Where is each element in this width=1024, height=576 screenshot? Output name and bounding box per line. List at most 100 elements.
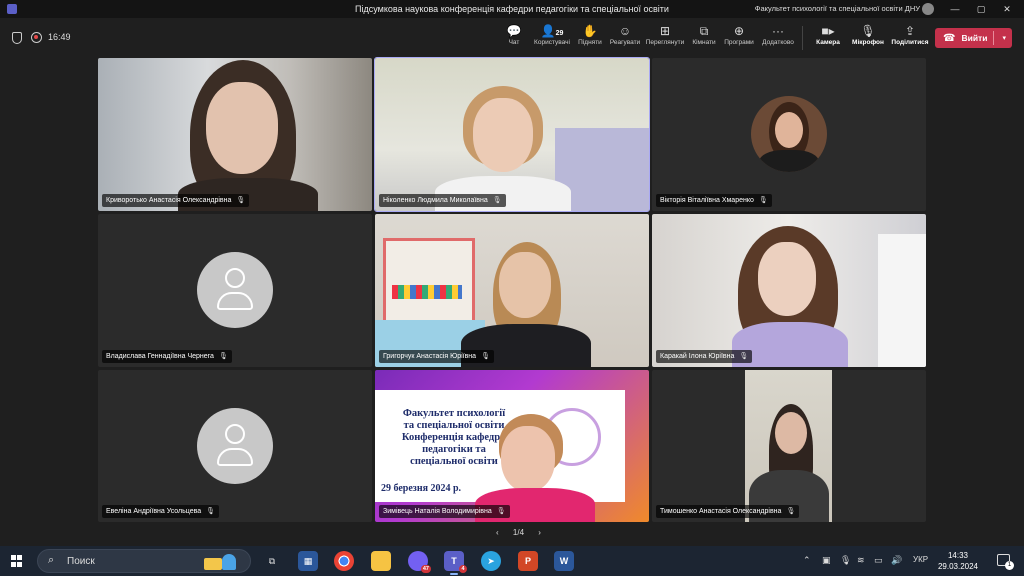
windows-start-icon[interactable]: [11, 555, 23, 567]
participant-name-label: Вікторія Віталіївна Хмаренко 🎙: [656, 194, 772, 207]
participant-tile[interactable]: Тимошенко Анастасія Олександрівна 🎙: [652, 370, 926, 522]
file-explorer-icon[interactable]: [371, 551, 391, 571]
close-button[interactable]: ✕: [1000, 2, 1014, 16]
camera-button[interactable]: ■▸ Камера: [810, 23, 846, 53]
apps-button[interactable]: ⊕ Програми: [722, 23, 756, 53]
participant-name-label: Тимошенко Анастасія Олександрівна 🎙: [656, 505, 800, 518]
meeting-toolbar: 16:49 💬 Чат 👤29 Користувачі ✋ Підняти ☺ …: [0, 18, 1024, 58]
people-icon: 👤29: [540, 24, 564, 38]
rooms-button[interactable]: ⧉ Кімнати: [690, 23, 718, 53]
participant-tile[interactable]: Григорчук Анастасія Юріївна 🎙: [375, 214, 649, 367]
participant-name-label: Ніколенко Людмила Миколаївна 🎙: [379, 194, 506, 207]
participant-name-label: Каракай Ілона Юріївна 🎙: [656, 350, 753, 363]
share-icon: ⇪: [904, 24, 916, 38]
participant-tile[interactable]: Евеліна Андріївна Усольцева 🎙: [98, 370, 372, 522]
viber-icon[interactable]: 47: [408, 551, 431, 573]
raise-hand-button[interactable]: ✋ Підняти: [576, 23, 604, 53]
participant-tile[interactable]: Криворотько Анастасія Олександрівна 🎙: [98, 58, 372, 211]
leave-button[interactable]: ☎ Вийти ▾: [935, 28, 1012, 48]
title-bar: Підсумкова наукова конференція кафедри п…: [0, 0, 1024, 18]
taskbar: ⌕ Поиск ⧉ ▦ 47 T4 ➤ P W ⌃ ▣ 🎙 ≋ ▭ 🔊 УКР …: [0, 546, 1024, 576]
microphone-tray-icon[interactable]: 🎙: [840, 555, 851, 566]
grid-icon: ⊞: [659, 24, 671, 38]
word-icon[interactable]: W: [554, 551, 574, 571]
mic-icon: 🎙: [758, 197, 768, 204]
powerpoint-icon[interactable]: P: [518, 551, 538, 571]
minimize-button[interactable]: —: [948, 2, 962, 16]
mic-icon: 🎙: [481, 353, 490, 360]
page-indicator: ‹ 1/4 ›: [490, 528, 547, 537]
chevron-down-icon[interactable]: ▾: [1002, 34, 1006, 42]
shield-icon[interactable]: [12, 32, 22, 44]
participant-tile[interactable]: Ніколенко Людмила Миколаївна 🎙: [374, 57, 650, 212]
phone-icon: ☎: [943, 32, 956, 44]
meet-now-icon[interactable]: ▣: [822, 555, 831, 566]
smile-icon: ☺: [618, 24, 632, 38]
chat-icon: 💬: [506, 24, 522, 38]
chat-button[interactable]: 💬 Чат: [502, 23, 526, 53]
mic-icon: 🎙: [218, 353, 228, 360]
mic-icon: 🎙: [739, 353, 749, 360]
mic-icon: 🎙: [206, 508, 216, 515]
people-count: 29: [555, 30, 564, 37]
people-button[interactable]: 👤29 Користувачі: [530, 23, 574, 53]
more-icon: ···: [772, 24, 784, 38]
account-avatar[interactable]: [922, 3, 934, 15]
participant-tile[interactable]: Каракай Ілона Юріївна 🎙: [652, 214, 926, 367]
mic-icon: 🎙: [786, 508, 796, 515]
participant-tile[interactable]: Владислава Геннадіївна Чернега 🎙: [98, 214, 372, 367]
chrome-icon[interactable]: [334, 551, 354, 571]
microphone-button[interactable]: 🎙 Мікрофон: [848, 23, 888, 53]
participant-name-label: Зимівець Наталія Володимирівна 🎙: [379, 505, 510, 518]
more-button[interactable]: ··· Додатково: [760, 23, 796, 53]
calculator-icon[interactable]: ▦: [298, 551, 318, 571]
mic-icon: 🎙: [492, 197, 502, 204]
telegram-icon[interactable]: ➤: [481, 551, 501, 571]
default-avatar-icon: [197, 408, 273, 484]
toolbar-divider: [802, 26, 803, 50]
view-button[interactable]: ⊞ Переглянути: [645, 23, 685, 53]
meeting-timer: 16:49: [48, 32, 71, 42]
mic-off-icon: 🎙: [860, 24, 876, 38]
leave-divider: [993, 31, 994, 45]
mic-icon: 🎙: [236, 197, 246, 204]
participant-tile[interactable]: Факультет психології та спеціальної осві…: [375, 370, 649, 522]
taskbar-search[interactable]: ⌕ Поиск: [37, 549, 251, 573]
notification-icon[interactable]: 1: [997, 554, 1014, 570]
task-view-icon[interactable]: ⧉: [262, 551, 282, 571]
language-indicator[interactable]: УКР: [913, 555, 928, 564]
hand-icon: ✋: [582, 24, 598, 38]
active-app-indicator: [450, 573, 458, 575]
teams-badge: 4: [459, 565, 467, 573]
battery-icon[interactable]: ▭: [874, 555, 883, 566]
taskbar-clock[interactable]: 14:33 29.03.2024: [938, 550, 978, 572]
react-button[interactable]: ☺ Реагувати: [608, 23, 642, 53]
mic-icon: 🎙: [496, 508, 506, 515]
prev-page-button[interactable]: ‹: [496, 528, 499, 537]
participant-name-label: Владислава Геннадіївна Чернега 🎙: [102, 350, 232, 363]
participant-name-label: Евеліна Андріївна Усольцева 🎙: [102, 505, 220, 518]
wifi-icon[interactable]: ≋: [857, 555, 865, 566]
rooms-icon: ⧉: [699, 24, 709, 38]
leave-label: Вийти: [961, 33, 988, 43]
teams-icon[interactable]: T4: [444, 551, 467, 573]
org-name[interactable]: Факультет психології та спеціальної осві…: [755, 4, 920, 13]
participant-name-label: Криворотько Анастасія Олександрівна 🎙: [102, 194, 250, 207]
maximize-button[interactable]: ▢: [974, 2, 988, 16]
chevron-up-icon[interactable]: ⌃: [803, 555, 811, 566]
viber-badge: 47: [420, 565, 431, 573]
search-highlight-icon: [200, 552, 244, 572]
share-button[interactable]: ⇪ Поділитися: [891, 23, 929, 53]
recording-icon: [31, 32, 42, 43]
video-grid: Криворотько Анастасія Олександрівна 🎙 Нік…: [98, 57, 926, 522]
participant-photo: [751, 96, 827, 172]
participant-tile[interactable]: Вікторія Віталіївна Хмаренко 🎙: [652, 58, 926, 211]
participant-name-label: Григорчук Анастасія Юріївна 🎙: [379, 350, 494, 363]
volume-icon[interactable]: 🔊: [891, 555, 902, 566]
plus-icon: ⊕: [733, 24, 745, 38]
search-icon: ⌕: [48, 554, 55, 566]
page-number: 1/4: [512, 528, 525, 537]
search-placeholder: Поиск: [67, 556, 95, 567]
participant-video: [745, 370, 832, 522]
next-page-button[interactable]: ›: [538, 528, 541, 537]
